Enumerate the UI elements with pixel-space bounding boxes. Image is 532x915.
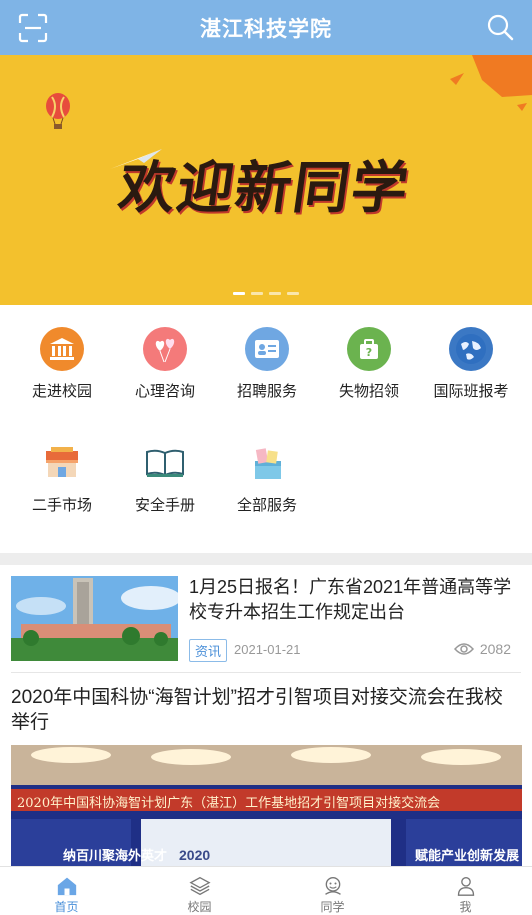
- news-separator: [11, 672, 521, 673]
- tab-label: 校园: [187, 900, 212, 914]
- news-title[interactable]: 2020年中国科协“海智计划”招才引智项目对接交流会在我校举行: [11, 685, 521, 735]
- bottom-tab-bar: 首页 校园 同学 我: [0, 866, 532, 915]
- service-label: 全部服务: [236, 497, 297, 514]
- tab-me[interactable]: 我: [399, 867, 532, 915]
- photo-left-text: 纳百川聚海外英才: [63, 848, 168, 863]
- carousel-dots: [233, 292, 299, 295]
- service-campus[interactable]: 走进校园: [10, 327, 114, 401]
- app-header: 湛江科技学院: [0, 0, 532, 55]
- eye-icon: [453, 643, 474, 655]
- tab-label: 首页: [54, 900, 79, 914]
- globe-icon: [449, 327, 493, 371]
- news-thumbnail: [11, 576, 178, 661]
- hot-air-balloon-icon: [46, 93, 70, 129]
- decor-shape-icon: [450, 55, 532, 111]
- tab-classmates[interactable]: 同学: [266, 867, 399, 915]
- service-recruit[interactable]: 招聘服务: [215, 327, 319, 401]
- recruit-id-card-icon: [245, 327, 289, 371]
- svg-text:?: ?: [366, 346, 372, 359]
- lost-found-icon: ?: [347, 327, 391, 371]
- service-counseling[interactable]: 心理咨询: [113, 327, 217, 401]
- carousel-dot[interactable]: [269, 292, 281, 295]
- photo-screen-year: 2020: [179, 847, 211, 863]
- home-icon: [57, 877, 76, 896]
- service-label: 走进校园: [31, 383, 92, 400]
- service-label: 安全手册: [134, 497, 195, 514]
- scan-icon[interactable]: [18, 13, 48, 43]
- service-international[interactable]: 国际班报考: [419, 327, 523, 401]
- photo-banner-text: 2020年中国科协海智计划广东（湛江）工作基地招才引智项目对接交流会: [17, 796, 441, 811]
- tab-home[interactable]: 首页: [0, 867, 133, 915]
- section-divider: [0, 553, 532, 565]
- service-label: 国际班报考: [433, 383, 509, 400]
- services-grid: 走进校园 心理咨询 招聘服务 ? 失物招领 国际班报考 二手市场 安全手册 全部…: [0, 305, 532, 553]
- news-date: 2021-01-21: [234, 642, 301, 657]
- layers-icon: [188, 876, 211, 896]
- banner-text: 欢迎新同学: [114, 155, 415, 221]
- tab-label: 同学: [320, 900, 345, 914]
- news-photo: 2020年中国科协海智计划广东（湛江）工作基地招才引智项目对接交流会 纳百川聚海…: [11, 745, 522, 875]
- service-label: 心理咨询: [134, 383, 195, 400]
- service-safety[interactable]: 安全手册: [113, 441, 217, 515]
- news-views: 2082: [453, 641, 511, 657]
- market-stall-icon: [40, 441, 84, 485]
- tab-campus[interactable]: 校园: [133, 867, 266, 915]
- welcome-banner[interactable]: 欢迎新同学: [0, 55, 532, 305]
- search-icon[interactable]: [486, 13, 514, 41]
- news-item[interactable]: 1月25日报名！广东省2021年普通高等学校专升本招生工作规定出台 资讯 202…: [0, 565, 532, 673]
- book-icon: [143, 441, 187, 485]
- tab-label: 我: [459, 900, 472, 914]
- page-title: 湛江科技学院: [200, 17, 332, 41]
- service-label: 招聘服务: [236, 383, 297, 400]
- carousel-dot[interactable]: [251, 292, 263, 295]
- hearts-balloon-icon: [143, 327, 187, 371]
- carousel-dot[interactable]: [233, 292, 245, 295]
- service-label: 失物招领: [338, 383, 399, 400]
- view-count: 2082: [479, 641, 511, 657]
- service-all[interactable]: 全部服务: [215, 441, 319, 515]
- carousel-dot[interactable]: [287, 292, 299, 295]
- user-icon: [457, 877, 474, 896]
- service-market[interactable]: 二手市场: [10, 441, 114, 515]
- news-tag-badge: 资讯: [189, 639, 228, 662]
- photo-right-text: 赋能产业创新发展: [415, 848, 520, 863]
- campus-building-icon: [40, 327, 84, 371]
- classmates-icon: [324, 877, 341, 895]
- service-lost-found[interactable]: ? 失物招领: [317, 327, 421, 401]
- gift-box-icon: [245, 441, 289, 485]
- news-title[interactable]: 1月25日报名！广东省2021年普通高等学校专升本招生工作规定出台: [189, 575, 521, 625]
- service-label: 二手市场: [31, 497, 92, 514]
